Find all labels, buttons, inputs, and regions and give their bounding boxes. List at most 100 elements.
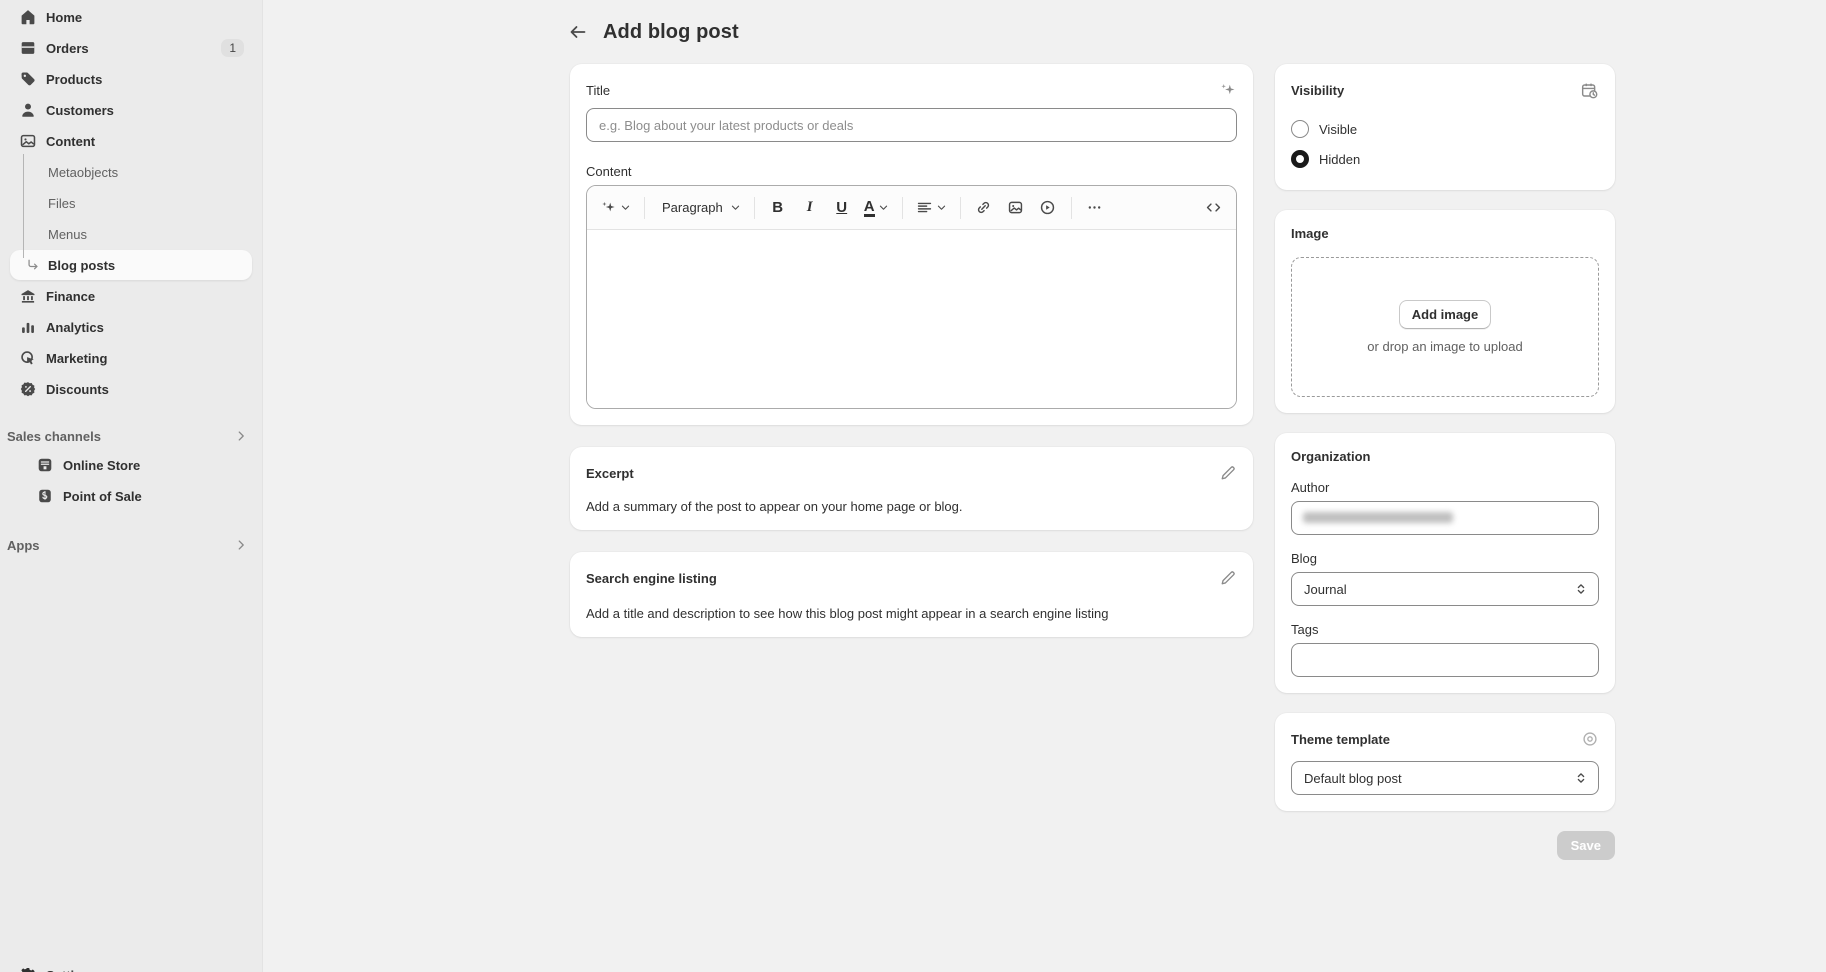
visibility-option-hidden[interactable]: Hidden <box>1291 144 1599 174</box>
sidebar-item-label: Marketing <box>46 351 244 366</box>
more-options-button[interactable] <box>1080 192 1110 224</box>
radio-label: Hidden <box>1319 152 1360 167</box>
toolbar-divider <box>644 197 645 219</box>
add-image-button[interactable]: Add image <box>1399 300 1491 329</box>
target-cursor-icon <box>19 349 37 367</box>
storefront-icon <box>36 456 54 474</box>
discount-badge-icon <box>19 380 37 398</box>
image-dropzone[interactable]: Add image or drop an image to upload <box>1291 257 1599 397</box>
media-icon <box>19 132 37 150</box>
tags-label: Tags <box>1291 622 1599 637</box>
italic-button[interactable]: I <box>795 192 825 224</box>
sidebar-item-blog-posts[interactable]: Blog posts <box>10 250 252 280</box>
schedule-visibility-button[interactable] <box>1580 80 1599 100</box>
link-icon <box>975 199 992 216</box>
bank-icon <box>19 287 37 305</box>
back-button[interactable] <box>563 17 593 47</box>
paragraph-style-dropdown[interactable]: Paragraph <box>653 192 746 224</box>
sidebar-item-label: Discounts <box>46 382 244 397</box>
bar-chart-icon <box>19 318 37 336</box>
chevron-right-icon <box>234 429 248 443</box>
drop-hint-text: or drop an image to upload <box>1367 339 1522 354</box>
sidebar-item-label: Content <box>46 134 244 149</box>
tags-input[interactable] <box>1291 643 1599 677</box>
insert-video-button[interactable] <box>1033 192 1063 224</box>
image-card: Image Add image or drop an image to uplo… <box>1275 210 1615 413</box>
edit-seo-button[interactable] <box>1219 568 1237 588</box>
organization-title: Organization <box>1291 449 1599 464</box>
sidebar-item-online-store[interactable]: Online Store <box>10 450 252 480</box>
sales-channels-header[interactable]: Sales channels <box>0 422 262 450</box>
pos-icon <box>36 487 54 505</box>
sidebar-item-discounts[interactable]: Discounts <box>10 374 252 404</box>
seo-description: Add a title and description to see how t… <box>586 606 1237 621</box>
pencil-icon <box>1219 464 1237 482</box>
visibility-card: Visibility Visible Hidden <box>1275 64 1615 190</box>
ai-magic-button[interactable] <box>595 192 636 224</box>
section-label: Apps <box>7 538 40 553</box>
author-value-redacted <box>1303 512 1453 523</box>
apps-header[interactable]: Apps <box>0 531 262 559</box>
sidebar-item-menus[interactable]: Menus <box>10 219 252 249</box>
blog-label: Blog <box>1291 551 1599 566</box>
title-content-card: Title Content Paragraph <box>570 64 1253 425</box>
sidebar-item-products[interactable]: Products <box>10 64 252 94</box>
theme-template-card: Theme template Default blog post <box>1275 713 1615 811</box>
visibility-title: Visibility <box>1291 83 1344 98</box>
theme-template-select[interactable]: Default blog post <box>1291 761 1599 795</box>
underline-icon: U <box>836 199 847 216</box>
sidebar-item-finance[interactable]: Finance <box>10 281 252 311</box>
pencil-icon <box>1219 569 1237 587</box>
caret-updown-icon <box>1574 771 1588 785</box>
title-input[interactable] <box>586 108 1237 142</box>
text-color-button[interactable]: A <box>859 192 894 224</box>
chevron-down-icon <box>878 202 889 213</box>
sidebar-item-label: Files <box>48 196 75 211</box>
text-color-icon: A <box>864 199 875 217</box>
excerpt-description: Add a summary of the post to appear on y… <box>586 499 1237 514</box>
visibility-option-visible[interactable]: Visible <box>1291 114 1599 144</box>
sidebar-item-content[interactable]: Content <box>10 126 252 156</box>
toolbar-divider <box>754 197 755 219</box>
person-icon <box>19 101 37 119</box>
sidebar-item-label: Blog posts <box>48 258 115 273</box>
save-button[interactable]: Save <box>1557 831 1615 860</box>
theme-template-value: Default blog post <box>1304 771 1402 786</box>
magic-sparkle-icon[interactable] <box>1219 80 1237 100</box>
alignment-button[interactable] <box>911 192 952 224</box>
sidebar-item-analytics[interactable]: Analytics <box>10 312 252 342</box>
paragraph-style-label: Paragraph <box>658 200 727 215</box>
sidebar-item-home[interactable]: Home <box>10 2 252 32</box>
insert-link-button[interactable] <box>969 192 999 224</box>
sidebar-item-files[interactable]: Files <box>10 188 252 218</box>
insert-image-button[interactable] <box>1001 192 1031 224</box>
content-editor-area[interactable] <box>587 230 1236 408</box>
seo-title: Search engine listing <box>586 571 717 586</box>
align-left-icon <box>916 199 933 216</box>
blog-select-value: Journal <box>1304 582 1347 597</box>
sidebar-item-settings[interactable]: Settings <box>10 960 252 972</box>
sidebar-item-customers[interactable]: Customers <box>10 95 252 125</box>
sidebar-item-label: Finance <box>46 289 244 304</box>
code-view-button[interactable] <box>1198 192 1228 224</box>
calendar-clock-icon <box>1580 81 1599 100</box>
sidebar-item-orders[interactable]: Orders 1 <box>10 33 252 63</box>
sidebar-item-label: Orders <box>46 41 212 56</box>
sidebar-item-marketing[interactable]: Marketing <box>10 343 252 373</box>
bold-button[interactable]: B <box>763 192 793 224</box>
page-title: Add blog post <box>603 21 739 44</box>
sidebar-item-label: Products <box>46 72 244 87</box>
sidebar-item-metaobjects[interactable]: Metaobjects <box>10 157 252 187</box>
blog-select[interactable]: Journal <box>1291 572 1599 606</box>
toolbar-divider <box>1071 197 1072 219</box>
toolbar-divider <box>960 197 961 219</box>
excerpt-title: Excerpt <box>586 466 634 481</box>
sidebar-item-point-of-sale[interactable]: Point of Sale <box>10 481 252 511</box>
underline-button[interactable]: U <box>827 192 857 224</box>
preview-theme-button[interactable] <box>1581 729 1599 749</box>
tag-icon <box>19 70 37 88</box>
arrow-left-icon <box>568 22 588 42</box>
radio-unchecked <box>1291 120 1309 138</box>
edit-excerpt-button[interactable] <box>1219 463 1237 483</box>
toolbar-divider <box>902 197 903 219</box>
